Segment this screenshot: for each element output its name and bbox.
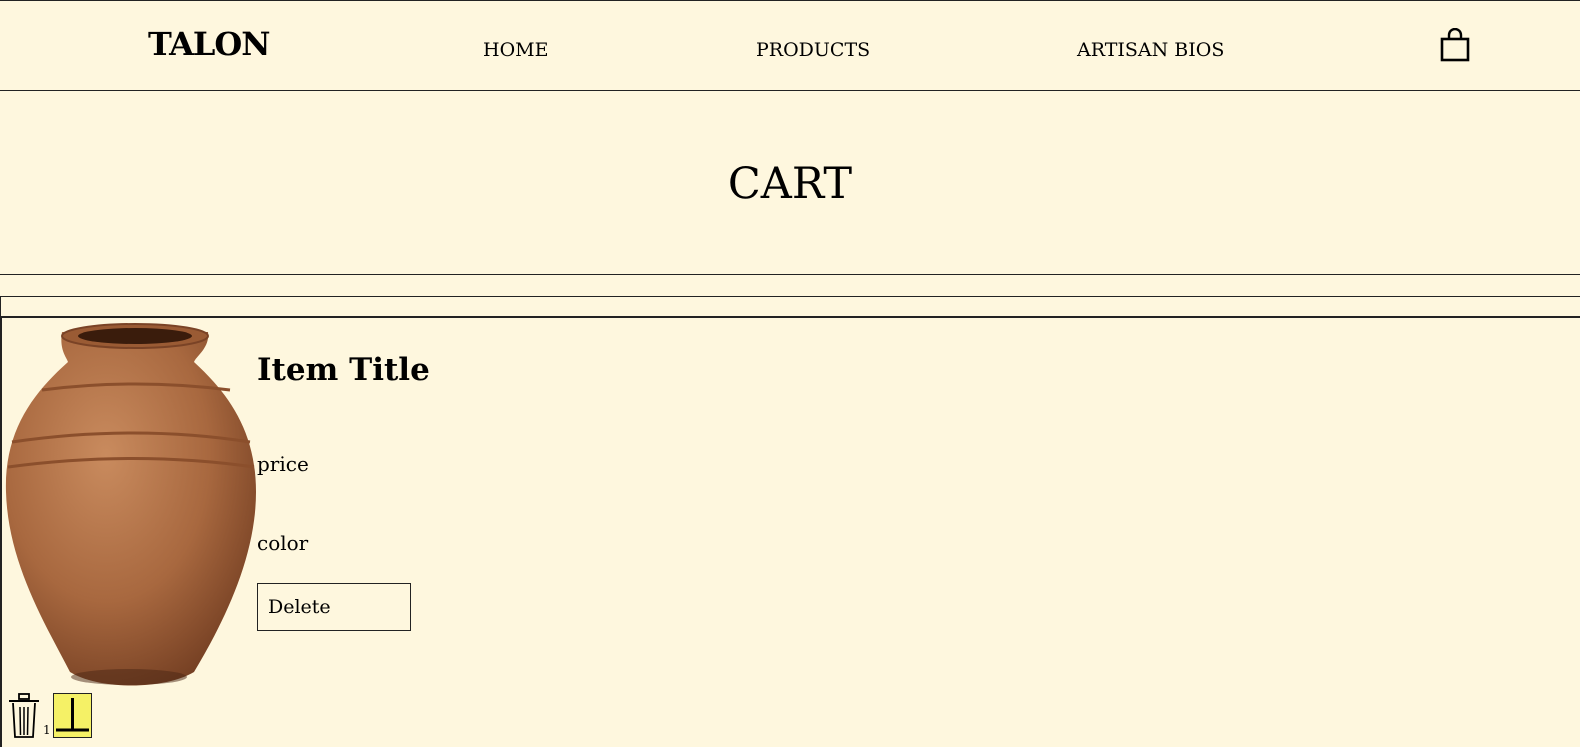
nav-home[interactable]: HOME <box>483 39 548 61</box>
delete-button[interactable]: Delete <box>257 583 411 631</box>
shopping-bag-icon[interactable] <box>1440 28 1470 62</box>
item-color: color <box>257 531 309 555</box>
nav-products[interactable]: PRODUCTS <box>756 39 870 61</box>
quantity-value: 1 <box>43 723 51 737</box>
logo[interactable]: TALON <box>148 25 271 63</box>
quantity-stepper-icon <box>56 698 89 732</box>
cart-item: Item Title price color Delete 1 <box>0 317 1580 747</box>
item-title: Item Title <box>257 352 430 388</box>
title-band: CART <box>0 91 1580 275</box>
item-price: price <box>257 452 309 476</box>
nav-artisan-bios[interactable]: ARTISAN BIOS <box>1077 39 1224 61</box>
cart-divider <box>0 296 1580 317</box>
quantity-stepper[interactable] <box>53 693 92 738</box>
page-title: CART <box>727 159 853 209</box>
site-header: TALON HOME PRODUCTS ARTISAN BIOS <box>0 0 1580 91</box>
trash-icon[interactable] <box>8 693 40 738</box>
clay-pot-image <box>5 323 257 686</box>
